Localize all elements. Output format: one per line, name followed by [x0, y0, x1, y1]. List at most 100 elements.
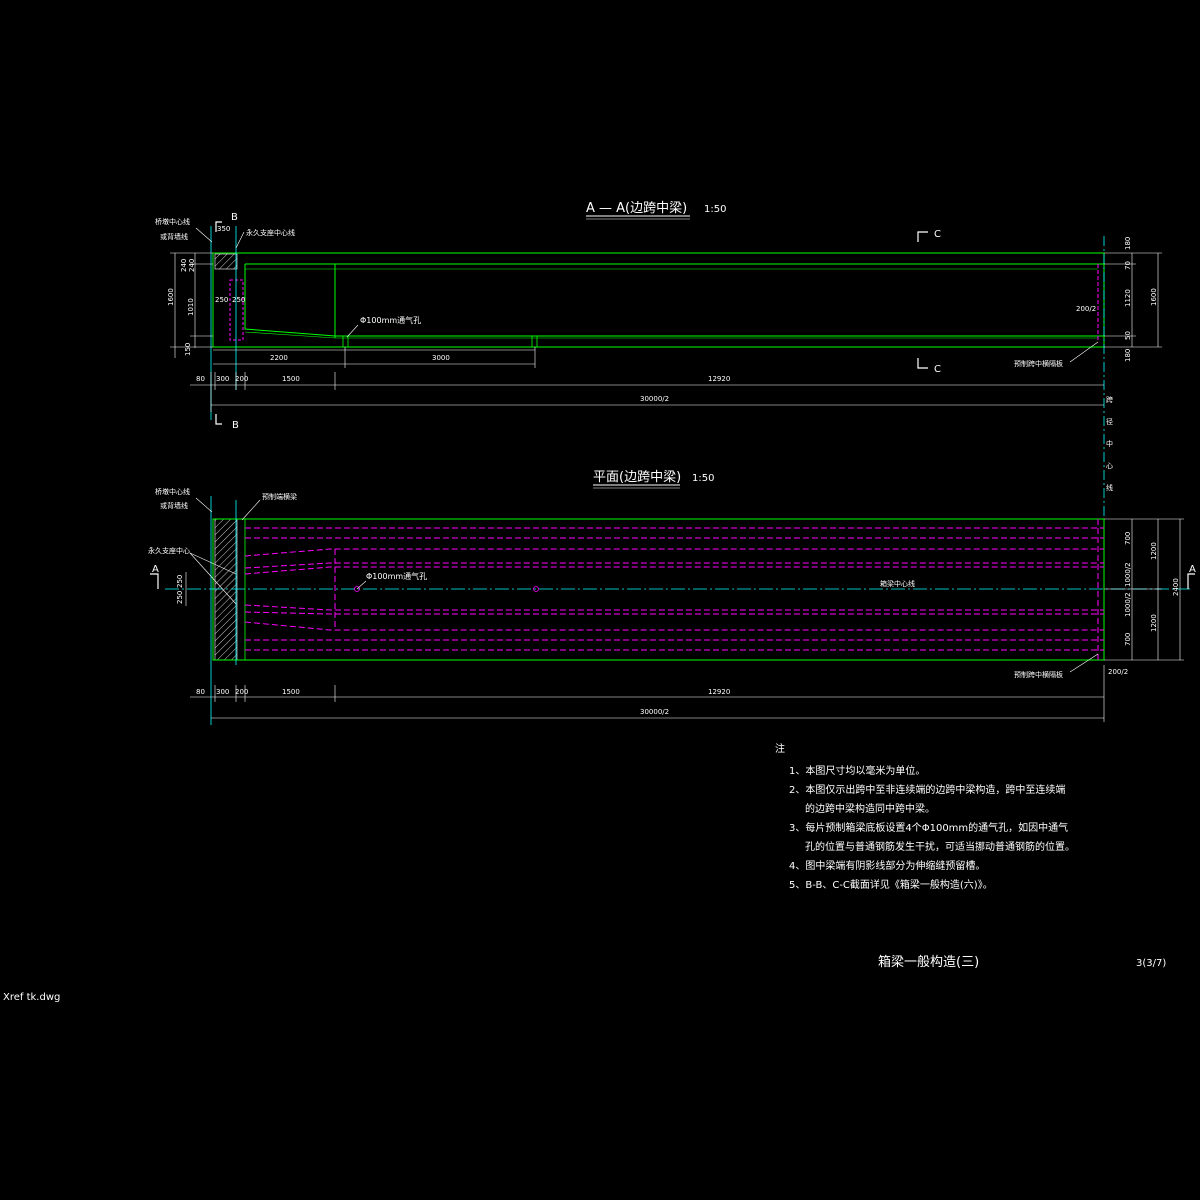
section-dim-200: 200 [235, 375, 248, 383]
plan-dim-300: 300 [216, 688, 229, 696]
section-dim-right-50: 50 [1124, 331, 1132, 340]
section-label-leader-2 [235, 231, 245, 249]
section-dim-right-70: 70 [1124, 261, 1132, 270]
cut-a-left [150, 573, 159, 589]
section-dim-total: 30000/2 [640, 395, 669, 403]
note-3b: 孔的位置与普通钢筋发生干扰，可适当挪动普通钢筋的位置。 [805, 840, 1075, 853]
plan-scale: 1:50 [692, 473, 714, 484]
plan-label-vent: Φ100mm通气孔 [366, 571, 427, 581]
section-label-leader-1 [195, 227, 213, 243]
drawing-name: 箱梁一般构造(三) [878, 954, 979, 970]
section-dim-left-240a: 240 [180, 259, 188, 272]
plan-label-deck-center: 桥墩中心线 [155, 487, 190, 496]
section-vent-leader [346, 324, 359, 338]
plan-dim-total: 30000/2 [640, 708, 669, 716]
span-center-char-3: 中 [1106, 439, 1113, 448]
span-center-char-4: 心 [1106, 462, 1113, 470]
cut-a-right-label: A [1189, 564, 1196, 575]
section-label-diaphragm: 预制跨中横隔板 [1014, 359, 1063, 368]
section-dim-12920: 12920 [708, 375, 730, 383]
plan-dim-80: 80 [196, 688, 205, 696]
plan-dim-left-250a: 250 [176, 575, 184, 588]
note-2b: 的边跨中梁构造同中跨中梁。 [805, 802, 935, 815]
plan-dim-right-1000-2a: 1000/2 [1124, 562, 1132, 587]
sheet-number: 3(3/7) [1136, 958, 1166, 969]
section-dim-right-1600: 1600 [1150, 288, 1158, 306]
cut-b-top-label: B [231, 212, 238, 223]
title-block: 箱梁一般构造(三) 3(3/7) [878, 954, 1166, 970]
section-dim-left-250a: 250 [215, 296, 228, 304]
section-dim-300: 300 [216, 375, 229, 383]
plan-dim-right-700a: 700 [1124, 532, 1132, 545]
section-dim-left-150: 150 [184, 343, 192, 356]
notes: 注 1、本图尺寸均以毫米为单位。 2、本图仅示出跨中至非连续端的边跨中梁构造，跨… [775, 742, 1075, 891]
note-4: 4、图中梁端有阴影线部分为伸缩缝预留槽。 [789, 859, 985, 872]
cut-a-left-label: A [152, 564, 159, 575]
cut-c-top [917, 231, 928, 242]
section-dim-right-200-2: 200/2 [1076, 305, 1096, 313]
plan-dim-1500: 1500 [282, 688, 300, 696]
section-label-deck-center: 桥墩中心线 [155, 217, 190, 226]
section-dim-left-240b: 240 [188, 259, 196, 272]
notes-heading: 注 [775, 742, 785, 755]
plan-dim-right-2400: 2400 [1172, 578, 1180, 596]
plan-label-diaphragm: 预制跨中横隔板 [1014, 670, 1063, 679]
plan-web-lines [244, 519, 1104, 660]
plan-end-diaphragm-leader [241, 499, 261, 521]
section-dim-80: 80 [196, 375, 205, 383]
span-center-label: 跨 径 中 心 线 [1106, 395, 1113, 492]
drawing-canvas: A — A(边跨中梁) 1:50 桥墩中心线 或背墙线 永久支座中心线 Φ100… [148, 201, 1196, 970]
section-vent-hole-2 [531, 335, 538, 348]
plan-dim-right-700b: 700 [1124, 633, 1132, 646]
note-2a: 2、本图仅示出跨中至非连续端的边跨中梁构造，跨中至连续端 [789, 783, 1065, 796]
section-end-hatch [214, 253, 238, 270]
plan-dim-right-200-2: 200/2 [1108, 668, 1128, 676]
plan-label-or-abutment: 或背墙线 [160, 501, 188, 510]
plan-label-centerline: 箱梁中心线 [880, 579, 915, 588]
note-3a: 3、每片预制箱梁底板设置4个Φ100mm的通气孔，如因中通气 [789, 821, 1068, 834]
section-dim-3000: 3000 [432, 354, 450, 362]
cut-b-bottom [215, 414, 222, 425]
section-diaphragm-leader [1069, 341, 1099, 363]
span-center-char-5: 线 [1106, 483, 1113, 492]
plan-dim-right-1000-2b: 1000/2 [1124, 592, 1132, 617]
cut-a-right [1187, 573, 1195, 589]
cut-c-bottom [917, 358, 928, 369]
section-label-vent: Φ100mm通气孔 [360, 315, 421, 325]
xref-label: Xref tk.dwg [3, 992, 61, 1003]
section-inner-dims [213, 347, 536, 368]
plan-diaphragm-leader [1069, 653, 1099, 673]
section-bottom-dims [190, 372, 1104, 412]
section-view: A — A(边跨中梁) 1:50 桥墩中心线 或背墙线 永久支座中心线 Φ100… [155, 201, 1162, 660]
section-inner-bottom [244, 331, 1098, 339]
cut-c-top-label: C [934, 229, 941, 240]
note-5: 5、B-B、C-C截面详见《箱梁一般构造(六)》。 [789, 878, 993, 891]
section-dim-2200: 2200 [270, 354, 288, 362]
span-center-char-1: 跨 [1106, 395, 1113, 404]
span-center-char-2: 径 [1106, 417, 1113, 426]
section-dim-right-180a: 180 [1124, 237, 1132, 250]
section-dim-left-1600: 1600 [167, 288, 175, 306]
section-dim-left-1010: 1010 [187, 298, 195, 316]
plan-label-end-diaphragm: 预制端横梁 [262, 492, 297, 501]
section-label-or-abutment: 或背墙线 [160, 232, 188, 241]
plan-label-leader-1 [195, 497, 213, 513]
plan-dim-left-250b: 250 [176, 591, 184, 604]
section-vent-hole-1 [342, 335, 349, 348]
plan-dim-200: 200 [235, 688, 248, 696]
section-scale: 1:50 [704, 204, 726, 215]
section-dim-1500: 1500 [282, 375, 300, 383]
plan-dim-right-1200b: 1200 [1150, 614, 1158, 632]
note-1: 1、本图尺寸均以毫米为单位。 [789, 764, 925, 777]
plan-beam-outline [212, 518, 1105, 661]
section-beam-outline [212, 252, 1105, 348]
plan-vent-leader [356, 580, 367, 590]
cut-b-bottom-label: B [232, 420, 239, 431]
plan-view: 平面(边跨中梁) 1:50 桥墩中心线 或背墙线 预制端横梁 永久支座中心 Φ1… [148, 470, 1196, 725]
section-support-box [229, 279, 244, 341]
plan-end-hatch [214, 518, 238, 661]
plan-dim-12920: 12920 [708, 688, 730, 696]
plan-label-support-center: 永久支座中心 [148, 546, 190, 555]
plan-dim-right-1200a: 1200 [1150, 542, 1158, 560]
section-dim-left-250b: 250 [232, 296, 245, 304]
